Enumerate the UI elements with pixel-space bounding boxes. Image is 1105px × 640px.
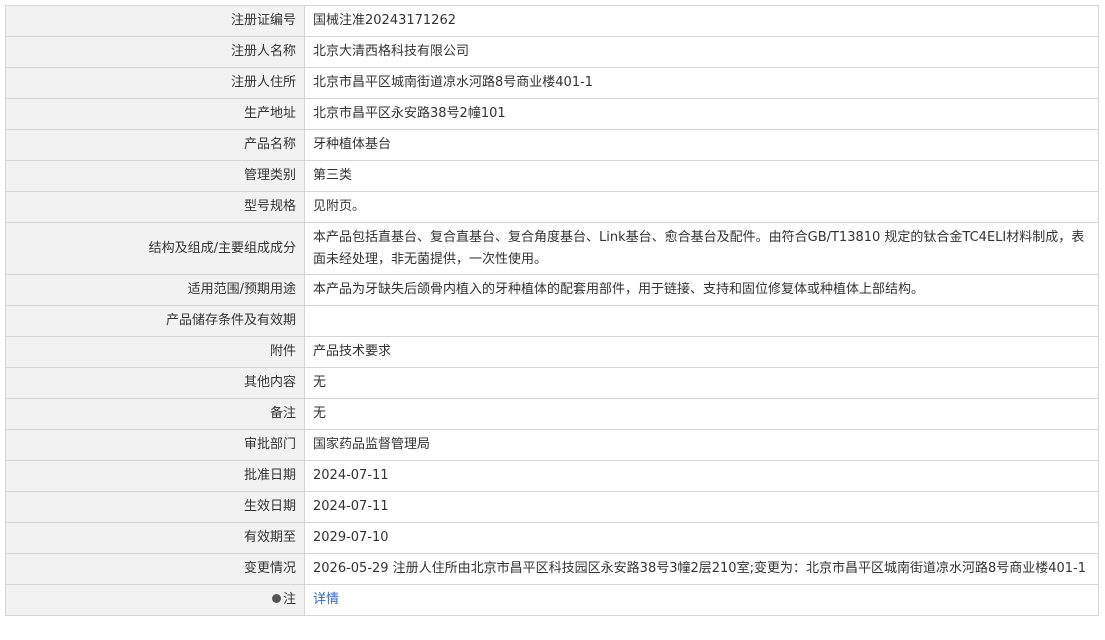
row-label-other-content: 其他内容 [5,367,305,399]
table-row: 审批部门 国家药品监督管理局 [5,429,1099,461]
row-value-effective-date: 2024-07-11 [304,491,1099,523]
row-value-registrant-name: 北京大清西格科技有限公司 [304,36,1099,68]
row-value-remarks: 无 [304,398,1099,430]
table-row: 产品储存条件及有效期 [5,305,1099,337]
table-row: 适用范围/预期用途 本产品为牙缺失后颌骨内植入的牙种植体的配套用部件，用于链接、… [5,274,1099,306]
row-label-remarks: 备注 [5,398,305,430]
table-row: 附件 产品技术要求 [5,336,1099,368]
table-row: 备注 无 [5,398,1099,430]
row-value-approval-date: 2024-07-11 [304,460,1099,492]
table-row: 型号规格 见附页。 [5,191,1099,223]
row-label-structure-composition: 结构及组成/主要组成成分 [5,222,305,275]
details-link[interactable]: 详情 [313,592,339,607]
row-label-change-history: 变更情况 [5,553,305,585]
lightbulb-icon [271,594,281,603]
row-label-attachment: 附件 [5,336,305,368]
row-label-production-address: 生产地址 [5,98,305,130]
row-value-production-address: 北京市昌平区永安路38号2幢101 [304,98,1099,130]
table-row: 生效日期 2024-07-11 [5,491,1099,523]
row-value-model-spec: 见附页。 [304,191,1099,223]
table-row: 注册人住所 北京市昌平区城南街道凉水河路8号商业楼401-1 [5,67,1099,99]
row-value-valid-until: 2029-07-10 [304,522,1099,554]
row-value-change-history: 2026-05-29 注册人住所由北京市昌平区科技园区永安路38号3幢2层210… [304,553,1099,585]
table-row: 产品名称 牙种植体基台 [5,129,1099,161]
row-label-product-name: 产品名称 [5,129,305,161]
table-row: 注册证编号 国械注准20243171262 [5,5,1099,37]
row-value-storage-validity [304,305,1099,337]
row-label-storage-validity: 产品储存条件及有效期 [5,305,305,337]
row-label-approval-department: 审批部门 [5,429,305,461]
table-row: 结构及组成/主要组成成分 本产品包括直基台、复合直基台、复合角度基台、Link基… [5,222,1099,275]
row-value-intended-use: 本产品为牙缺失后颌骨内植入的牙种植体的配套用部件，用于链接、支持和固位修复体或种… [304,274,1099,306]
row-label-approval-date: 批准日期 [5,460,305,492]
table-row: 有效期至 2029-07-10 [5,522,1099,554]
row-value-registrant-address: 北京市昌平区城南街道凉水河路8号商业楼401-1 [304,67,1099,99]
row-value-note: 详情 [304,584,1099,616]
row-label-effective-date: 生效日期 [5,491,305,523]
table-row: 生产地址 北京市昌平区永安路38号2幢101 [5,98,1099,130]
row-label-intended-use: 适用范围/预期用途 [5,274,305,306]
row-label-management-category: 管理类别 [5,160,305,192]
row-label-note: 注 [5,584,305,616]
table-row: 变更情况 2026-05-29 注册人住所由北京市昌平区科技园区永安路38号3幢… [5,553,1099,585]
registration-info-table: 注册证编号 国械注准20243171262 注册人名称 北京大清西格科技有限公司… [5,5,1099,616]
row-value-registration-number: 国械注准20243171262 [304,5,1099,37]
table-row: 注 详情 [5,584,1099,616]
table-row: 其他内容 无 [5,367,1099,399]
table-row: 批准日期 2024-07-11 [5,460,1099,492]
row-label-model-spec: 型号规格 [5,191,305,223]
row-value-product-name: 牙种植体基台 [304,129,1099,161]
row-value-management-category: 第三类 [304,160,1099,192]
row-label-registration-number: 注册证编号 [5,5,305,37]
row-value-other-content: 无 [304,367,1099,399]
note-label: 注 [282,592,296,607]
row-label-registrant-name: 注册人名称 [5,36,305,68]
row-value-structure-composition: 本产品包括直基台、复合直基台、复合角度基台、Link基台、愈合基台及配件。由符合… [304,222,1099,275]
row-label-registrant-address: 注册人住所 [5,67,305,99]
row-value-attachment: 产品技术要求 [304,336,1099,368]
row-value-approval-department: 国家药品监督管理局 [304,429,1099,461]
row-label-valid-until: 有效期至 [5,522,305,554]
table-row: 注册人名称 北京大清西格科技有限公司 [5,36,1099,68]
table-row: 管理类别 第三类 [5,160,1099,192]
